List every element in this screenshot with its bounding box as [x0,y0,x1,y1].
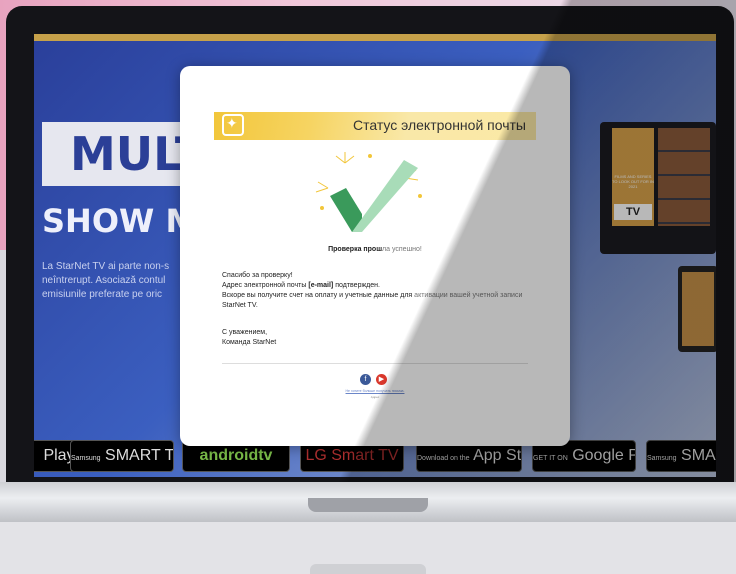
store-label: App Store [473,447,522,464]
account-tail: StarNet TV. [222,302,258,309]
status-rest-text: ла успешно! [382,246,422,253]
confirm-email: [e-mail] [308,282,334,289]
store-label: LG Smart TV [305,447,399,464]
regards-line: С уважением, [222,329,268,336]
laptop-notch [308,498,428,512]
confirm-suffix: подтвержден. [333,282,380,289]
account-activation-link[interactable]: активации вашей учетной записи [414,292,522,299]
account-line: Вскоре вы получите счет на оплату и учет… [222,291,542,301]
footer-divider [222,363,528,364]
promo-tv-label: TV [614,204,652,220]
success-checkmark-icon [315,152,422,232]
store-small-label: Samsung [71,455,101,462]
store-small-label: Download on the [417,455,470,462]
store-label: Google Play [572,447,635,464]
youtube-icon[interactable]: ▶ [376,374,387,385]
store-label: SMART [681,447,716,464]
email-status-banner: Статус электронной почты [214,112,536,140]
samsung-smart-tv-badge-partial[interactable]: Samsung SMART [646,440,716,472]
email-signature: С уважением, Команда StarNet [222,328,276,348]
confirm-prefix: Адрес электронной почты [222,282,309,289]
store-small-label: GET IT ON [533,455,568,462]
account-text: Вскоре вы получите счет на оплату и учет… [222,292,415,299]
promo-caption: FILMS AND SERIES TO LOOK OUT FOR IN 2021 [612,174,654,189]
laptop-base [0,522,736,574]
starnet-logo-icon [222,114,244,136]
facebook-icon[interactable]: f [360,374,371,385]
website-top-bar [34,34,716,41]
promo-tv-image: FILMS AND SERIES TO LOOK OUT FOR IN 2021… [600,122,716,254]
confirm-line: Адрес электронной почты [e-mail] подтвер… [222,281,542,291]
store-label: androidtv [199,447,273,464]
store-label: SMART TV [105,447,174,464]
thanks-line: Спасибо за проверку! [222,272,293,279]
team-line: Команда StarNet [222,339,277,346]
store-small-label: Samsung [647,455,677,462]
hero-heading: SHOW M [42,202,198,240]
social-links: f ▶ [360,374,390,386]
promo-thumbnails [658,128,710,226]
footer-address: Адрес [370,395,380,399]
samsung-smart-tv-badge[interactable]: Samsung SMART TV [70,440,174,472]
email-status-dialog: Статус электронной почты Проверка прошла… [180,66,570,446]
promo-tablet-image [678,266,716,352]
banner-title: Статус электронной почты [353,117,526,133]
verification-status: Проверка прошла успешно! [180,246,570,253]
email-body: Спасибо за проверку! Адрес электронной п… [222,271,542,311]
unsubscribe-link[interactable]: Не хотите больше получать письма. [180,389,570,393]
status-bold-text: Проверка прош [328,246,383,253]
